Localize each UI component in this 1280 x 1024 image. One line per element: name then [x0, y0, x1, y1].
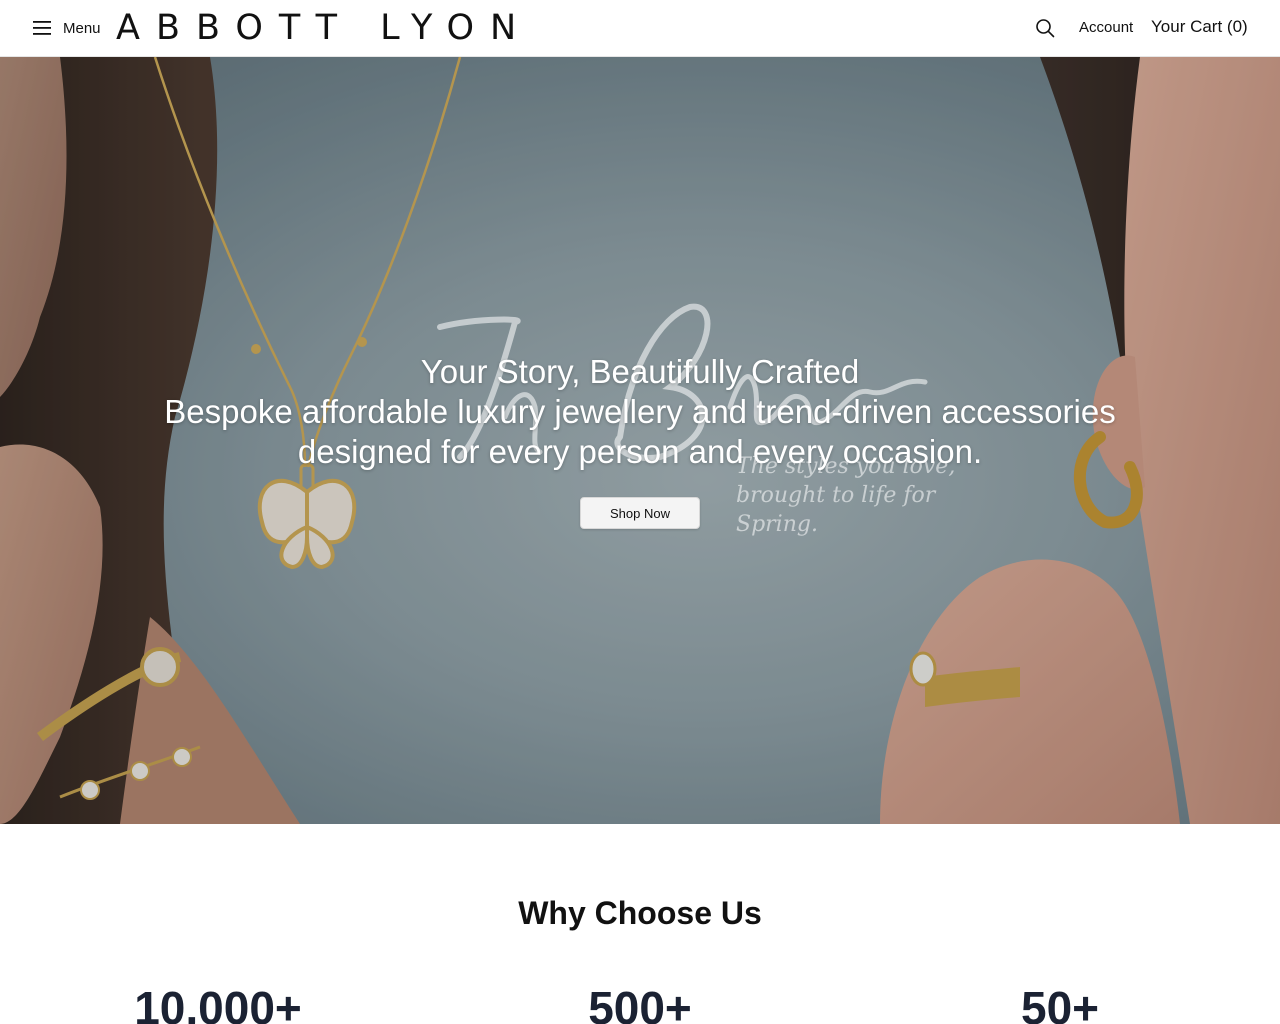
menu-label: Menu — [63, 19, 101, 37]
brand-logo[interactable]: ABBOTT LYON — [116, 8, 532, 48]
hero-title: Your Story, Beautifully Crafted — [420, 353, 860, 390]
hero-script-tagline: The styles you love, brought to life for… — [736, 454, 956, 537]
search-icon[interactable] — [1035, 18, 1055, 38]
hero-subtitle: Bespoke affordable luxury jewellery and … — [164, 393, 1116, 470]
stat-partners: 50+ — [1020, 982, 1100, 1024]
hamburger-icon — [33, 21, 51, 35]
menu-button[interactable]: Menu — [33, 17, 101, 39]
hero-banner: Your Story, Beautifully Crafted Bespoke … — [0, 57, 1280, 824]
shop-now-button[interactable]: Shop Now — [580, 497, 700, 529]
account-link[interactable]: Account — [1079, 19, 1133, 36]
stat-customers: 10,000+ — [134, 982, 302, 1024]
cart-link[interactable]: Your Cart (0) — [1151, 17, 1248, 37]
section-title: Why Choose Us — [518, 895, 762, 931]
site-header: Menu ABBOTT LYON Account Your Cart (0) — [0, 0, 1280, 57]
stat-designs: 500+ — [588, 982, 692, 1024]
